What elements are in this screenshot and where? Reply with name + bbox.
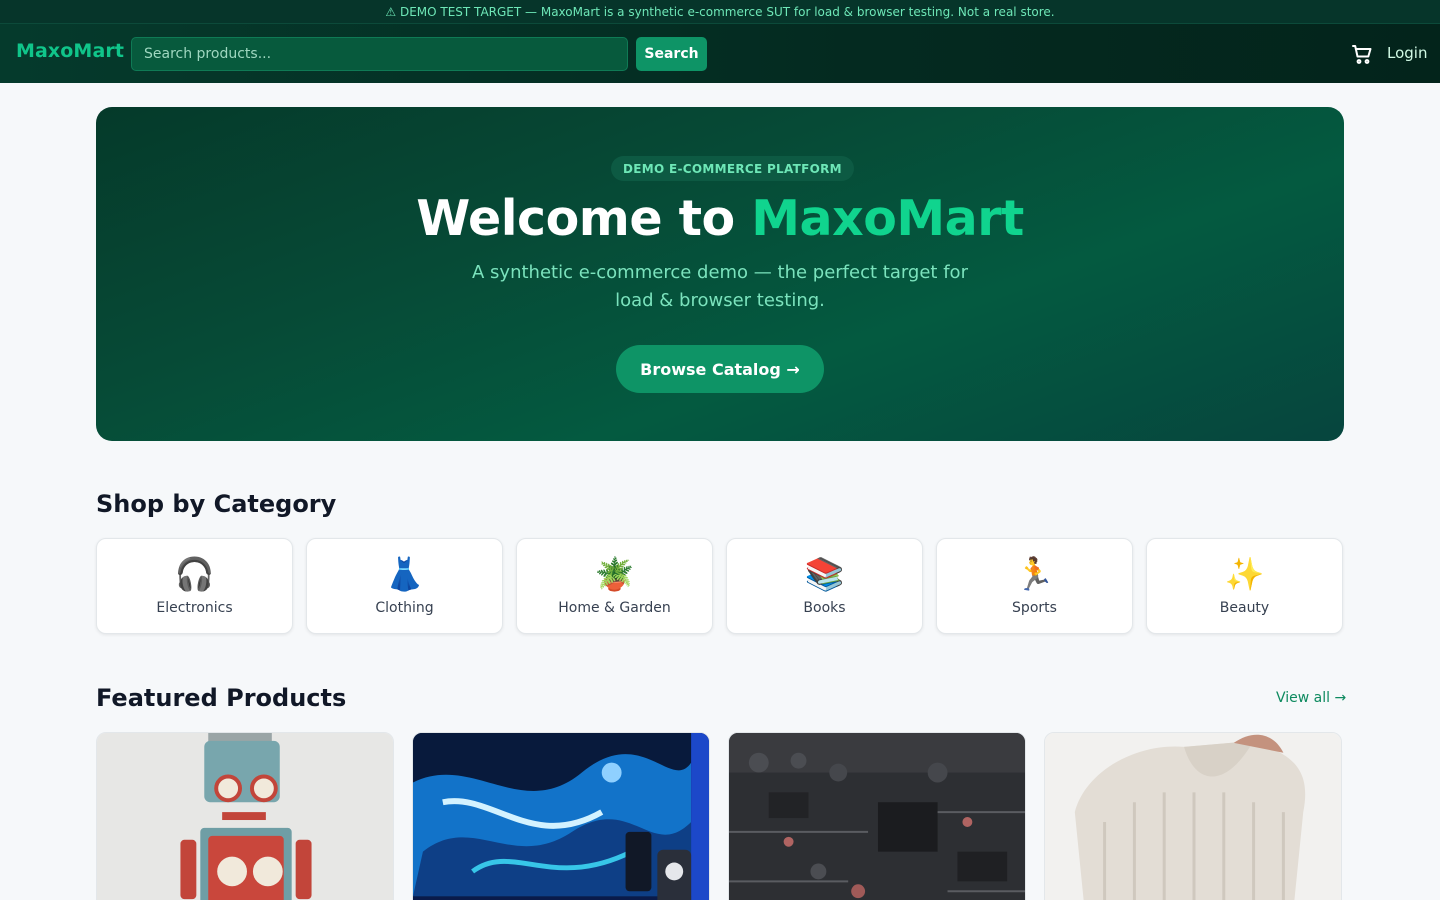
- category-label: Beauty: [1219, 600, 1270, 616]
- sparkles-icon: ✨: [1224, 555, 1265, 593]
- browse-catalog-button[interactable]: Browse Catalog →: [616, 345, 824, 393]
- category-card-clothing[interactable]: 👗 Clothing: [306, 538, 503, 634]
- login-link[interactable]: Login: [1387, 44, 1427, 62]
- runner-icon: 🏃: [1014, 555, 1055, 593]
- category-card-beauty[interactable]: ✨ Beauty: [1146, 538, 1343, 634]
- monitor-setup-image: [413, 733, 709, 900]
- hero-badge: DEMO E-COMMERCE PLATFORM: [611, 156, 854, 181]
- cart-icon[interactable]: [1350, 42, 1374, 66]
- search-input[interactable]: [131, 37, 628, 71]
- product-card[interactable]: [412, 732, 710, 900]
- books-icon: 📚: [804, 555, 845, 593]
- hero-title: Welcome to MaxoMart: [0, 190, 1440, 247]
- product-card[interactable]: [728, 732, 1026, 900]
- categories-title: Shop by Category: [96, 490, 337, 518]
- product-card[interactable]: [96, 732, 394, 900]
- hero-title-prefix: Welcome to: [416, 190, 752, 247]
- knit-sweater-image: [1045, 733, 1341, 900]
- category-card-electronics[interactable]: 🎧 Electronics: [96, 538, 293, 634]
- featured-title: Featured Products: [96, 684, 347, 712]
- category-card-books[interactable]: 📚 Books: [726, 538, 923, 634]
- category-label: Sports: [1012, 600, 1057, 616]
- category-label: Home & Garden: [558, 600, 671, 616]
- top-nav: MaxoMart Search Login: [0, 24, 1440, 83]
- view-all-link[interactable]: View all →: [1276, 690, 1346, 706]
- product-card[interactable]: [1044, 732, 1342, 900]
- circuit-board-image: [729, 733, 1025, 900]
- category-label: Books: [803, 600, 846, 616]
- headphones-icon: 🎧: [174, 555, 215, 593]
- category-card-sports[interactable]: 🏃 Sports: [936, 538, 1133, 634]
- category-label: Clothing: [375, 600, 434, 616]
- category-card-home-garden[interactable]: 🪴 Home & Garden: [516, 538, 713, 634]
- robot-toy-image: [97, 733, 393, 900]
- demo-banner-text: ⚠ DEMO TEST TARGET — MaxoMart is a synth…: [385, 4, 1055, 19]
- hero-subtitle: A synthetic e-commerce demo — the perfec…: [472, 262, 968, 311]
- hero-title-accent: MaxoMart: [751, 190, 1024, 247]
- potted-plant-icon: 🪴: [594, 555, 635, 593]
- logo[interactable]: MaxoMart: [16, 40, 124, 62]
- dress-icon: 👗: [384, 555, 425, 593]
- demo-banner: ⚠ DEMO TEST TARGET — MaxoMart is a synth…: [0, 0, 1440, 24]
- search-button[interactable]: Search: [636, 37, 707, 71]
- category-label: Electronics: [156, 600, 233, 616]
